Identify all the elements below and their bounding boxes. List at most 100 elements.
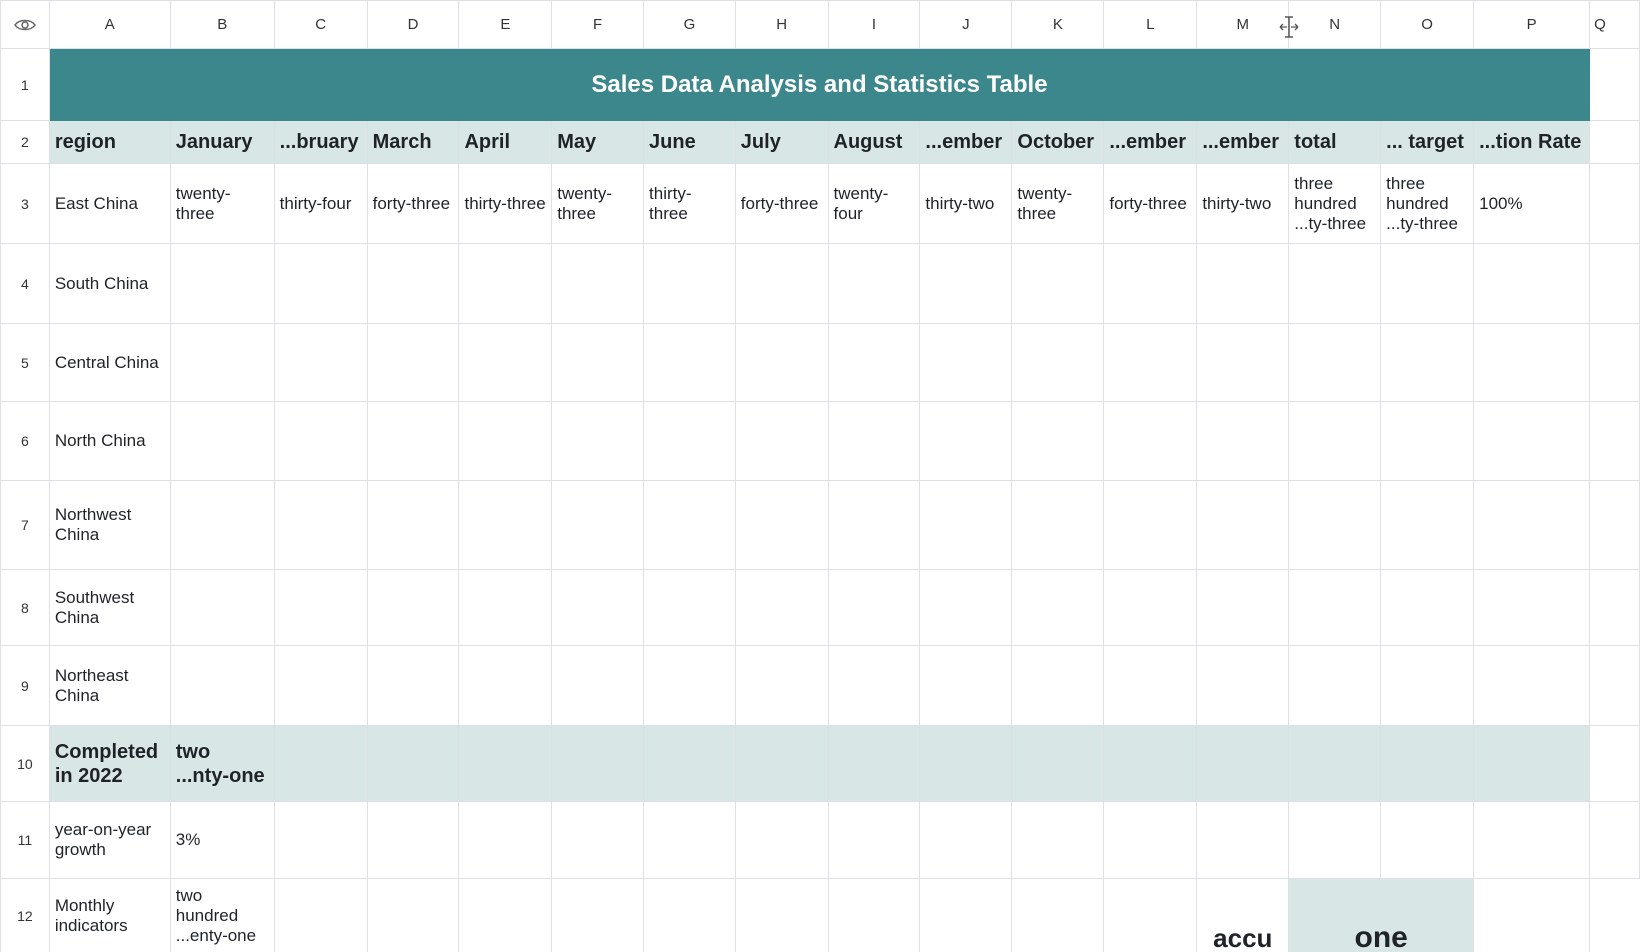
cell[interactable] — [1288, 569, 1382, 646]
cell-monthly-label[interactable]: Monthly indicators — [48, 878, 171, 952]
row-header[interactable]: 8 — [0, 569, 50, 646]
row-header[interactable]: 4 — [0, 243, 50, 324]
cell[interactable] — [366, 801, 460, 879]
cell[interactable] — [273, 801, 368, 879]
cell[interactable]: twenty-three — [1011, 163, 1105, 244]
cell[interactable] — [1380, 801, 1475, 879]
cell[interactable] — [169, 569, 275, 646]
cell[interactable]: twenty-three — [551, 163, 645, 244]
header-cell-november[interactable]: ...ember — [1103, 120, 1198, 164]
cell[interactable] — [1589, 725, 1640, 802]
header-cell-april[interactable]: April — [458, 120, 553, 164]
cell[interactable] — [273, 645, 368, 726]
column-header-c[interactable]: C — [273, 0, 368, 49]
cell[interactable]: thirty-three — [458, 163, 553, 244]
row-header[interactable]: 5 — [0, 323, 50, 402]
cell[interactable] — [1288, 323, 1382, 402]
column-header-k[interactable]: K — [1011, 0, 1105, 49]
column-header-i[interactable]: I — [827, 0, 921, 49]
column-header-g[interactable]: G — [643, 0, 736, 49]
cell[interactable] — [1103, 323, 1198, 402]
cell-completed-label[interactable]: Completed in 2022 — [48, 725, 171, 802]
column-header-m[interactable]: M — [1196, 0, 1290, 49]
cell[interactable] — [169, 243, 275, 324]
row-header[interactable]: 9 — [0, 645, 50, 726]
cell[interactable] — [1589, 569, 1640, 646]
cell[interactable] — [1473, 878, 1591, 952]
cell[interactable] — [1380, 401, 1475, 481]
cell-region[interactable]: Northeast China — [48, 645, 171, 726]
cell[interactable] — [734, 323, 829, 402]
cell[interactable] — [734, 645, 829, 726]
cell[interactable] — [1196, 480, 1290, 570]
select-all-corner[interactable] — [0, 0, 50, 49]
cell[interactable] — [1103, 878, 1198, 952]
cell[interactable] — [1589, 243, 1640, 324]
header-cell-july[interactable]: July — [734, 120, 829, 164]
cell[interactable] — [458, 645, 553, 726]
cell[interactable] — [919, 645, 1013, 726]
cell[interactable] — [366, 645, 460, 726]
header-cell-completion-rate[interactable]: ...tion Rate — [1473, 120, 1591, 164]
cell[interactable] — [458, 725, 553, 802]
cell[interactable] — [827, 878, 921, 952]
cell[interactable] — [366, 480, 460, 570]
row-header[interactable]: 1 — [0, 48, 50, 121]
cell[interactable] — [1288, 725, 1382, 802]
cell[interactable] — [1589, 48, 1640, 121]
cell[interactable] — [1011, 401, 1105, 481]
cell-completed-value[interactable]: two ...nty-one — [169, 725, 275, 802]
cell[interactable] — [551, 480, 645, 570]
header-cell-january[interactable]: January — [169, 120, 275, 164]
cell[interactable] — [1103, 401, 1198, 481]
header-cell-february[interactable]: ...bruary — [273, 120, 368, 164]
column-header-o[interactable]: O — [1380, 0, 1475, 49]
cell[interactable] — [273, 480, 368, 570]
cell[interactable] — [1103, 569, 1198, 646]
cell[interactable] — [1380, 243, 1475, 324]
cell[interactable] — [458, 243, 553, 324]
cell[interactable] — [1196, 801, 1290, 879]
cell[interactable] — [1473, 801, 1591, 879]
cell[interactable] — [551, 645, 645, 726]
cell[interactable] — [1473, 569, 1591, 646]
cell-region[interactable]: Southwest China — [48, 569, 171, 646]
cell[interactable] — [919, 323, 1013, 402]
cell[interactable] — [1288, 243, 1382, 324]
cell[interactable] — [458, 878, 553, 952]
column-header-b[interactable]: B — [169, 0, 275, 49]
cell[interactable] — [827, 323, 921, 402]
cell[interactable] — [169, 401, 275, 481]
cell[interactable] — [458, 323, 553, 402]
cell[interactable] — [1011, 569, 1105, 646]
column-header-l[interactable]: L — [1103, 0, 1198, 49]
cell-growth-label[interactable]: year-on-year growth — [48, 801, 171, 879]
header-cell-may[interactable]: May — [551, 120, 645, 164]
column-resize-icon[interactable] — [1278, 16, 1300, 38]
cell[interactable]: thirty-two — [1196, 163, 1290, 244]
column-header-f[interactable]: F — [551, 0, 645, 49]
cell[interactable] — [1103, 645, 1198, 726]
column-header-p[interactable]: P — [1473, 0, 1591, 49]
cell-region[interactable]: Northwest China — [48, 480, 171, 570]
cell[interactable] — [551, 323, 645, 402]
cell[interactable] — [458, 801, 553, 879]
row-header[interactable]: 10 — [0, 725, 50, 802]
cell[interactable] — [919, 480, 1013, 570]
header-cell-march[interactable]: March — [366, 120, 460, 164]
cell[interactable] — [827, 243, 921, 324]
cell[interactable] — [551, 243, 645, 324]
cell[interactable]: forty-three — [734, 163, 829, 244]
cell[interactable] — [366, 243, 460, 324]
cell[interactable] — [551, 401, 645, 481]
cell[interactable] — [734, 401, 829, 481]
cell-accumulated-value[interactable]: one — [1288, 878, 1475, 952]
cell[interactable] — [551, 725, 645, 802]
title-cell[interactable]: Sales Data Analysis and Statistics Table — [48, 48, 1591, 121]
header-cell-june[interactable]: June — [643, 120, 736, 164]
cell[interactable] — [919, 801, 1013, 879]
cell[interactable] — [1589, 323, 1640, 402]
cell[interactable] — [643, 645, 736, 726]
cell[interactable] — [1103, 725, 1198, 802]
cell[interactable] — [1011, 480, 1105, 570]
